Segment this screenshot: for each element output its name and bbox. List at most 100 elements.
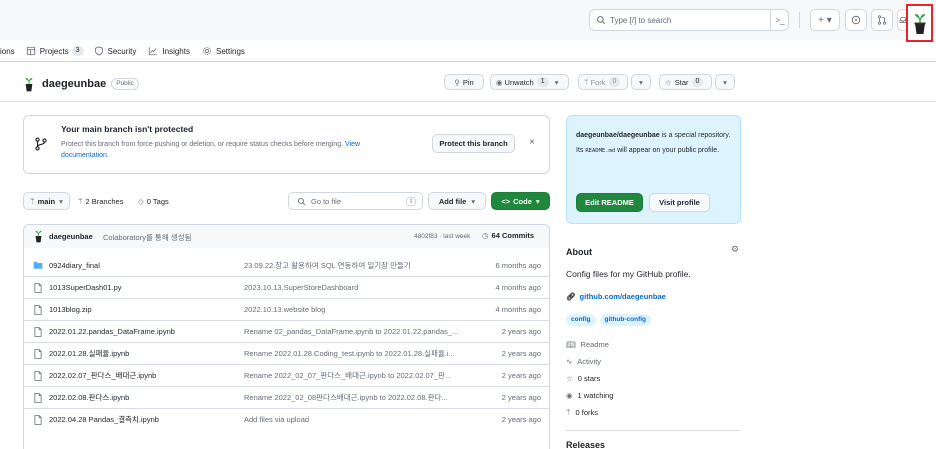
file-name[interactable]: 2022.02.07_판다스_배대근.ipynb xyxy=(49,370,156,381)
command-palette-button[interactable]: >_ xyxy=(770,9,789,31)
documentation-link[interactable]: documentation. xyxy=(61,152,109,159)
star-icon: ☆ xyxy=(665,77,672,87)
repo-name[interactable]: daegeunbae xyxy=(42,78,106,90)
folder-icon xyxy=(33,261,43,269)
file-row[interactable]: 0924diary_final 23.09.22.장고 활용하여 SQL 연동하여… xyxy=(23,254,550,276)
tab-security[interactable]: Security xyxy=(94,46,136,56)
file-commit-message[interactable]: 23.09.22.장고 활용하여 SQL 연동하여 일기장 만들기 xyxy=(244,260,411,271)
topics: config github-config xyxy=(566,314,652,326)
stars-label: 0 stars xyxy=(577,374,601,383)
file-commit-message[interactable]: Rename 2022_02_08판다스배대근.ipynb to 2022.02… xyxy=(244,392,448,403)
fork-dropdown-button[interactable]: ▾ xyxy=(631,74,651,90)
about-stars[interactable]: ☆ 0 stars xyxy=(566,374,600,383)
unwatch-label: Unwatch xyxy=(504,77,534,87)
about-settings-icon[interactable]: ⚙ xyxy=(731,244,739,255)
star-button[interactable]: ☆ Star 0 xyxy=(659,74,712,90)
pull-requests-button[interactable] xyxy=(871,9,893,31)
pin-icon: ⚲ xyxy=(454,77,460,87)
file-row[interactable]: 2022.04.28 Pandas_결측치.ipynb Add files via… xyxy=(23,408,550,430)
commit-author[interactable]: daegeunbae xyxy=(49,232,93,241)
file-name[interactable]: 2022.02.08.판다스.ipynb xyxy=(49,392,129,403)
file-row[interactable]: 2022.02.07_판다스_배대근.ipynb Rename 2022_02_0… xyxy=(23,364,550,386)
tab-projects[interactable]: Projects 3 xyxy=(26,46,84,56)
tab-actions[interactable]: ions xyxy=(0,47,15,56)
watch-count: 1 xyxy=(536,77,549,87)
unwatch-button[interactable]: ◉ Unwatch 1 ▾ xyxy=(490,74,569,90)
protect-branch-button[interactable]: Protect this branch xyxy=(432,134,515,153)
tab-settings[interactable]: Settings xyxy=(202,46,245,56)
chevron-down-icon: ▾ xyxy=(535,196,540,206)
view-link[interactable]: View xyxy=(345,141,360,148)
tags-label: 0 Tags xyxy=(146,197,169,206)
avatar-highlight[interactable] xyxy=(906,4,933,42)
about-title: About xyxy=(566,247,592,257)
protect-branch-notice: Your main branch isn't protected Protect… xyxy=(23,115,550,174)
topic-tag[interactable]: github-config xyxy=(599,314,652,326)
file-commit-message[interactable]: Rename 2022.01.28.Coding_test.ipynb to 2… xyxy=(244,348,455,359)
top-header xyxy=(0,0,936,40)
branch-label: main xyxy=(37,196,56,206)
file-name[interactable]: 1013blog.zip xyxy=(49,305,92,314)
topic-tag[interactable]: config xyxy=(566,314,596,326)
repo-title-row: daegeunbae Public xyxy=(23,76,139,92)
create-new-button[interactable]: + ▾ xyxy=(810,9,840,31)
about-link[interactable]: 🔗︎ github.com/daegeunbae xyxy=(566,292,666,301)
file-commit-message[interactable]: Rename 2022_02_07_판다스_배대근.ipynb to 2022.… xyxy=(244,370,451,381)
file-updated-time: 6 months ago xyxy=(495,260,541,270)
search-input[interactable]: Type [/] to search xyxy=(589,9,789,31)
go-to-file-input[interactable]: Go to file t xyxy=(288,192,423,210)
star-dropdown-button[interactable]: ▾ xyxy=(715,74,735,90)
file-commit-message[interactable]: 2023.10.13.SuperStoreDashboard xyxy=(244,283,358,292)
star-label: Star xyxy=(674,77,689,87)
tags-link[interactable]: ◇ 0 Tags xyxy=(138,197,169,206)
file-name[interactable]: 2022.04.28 Pandas_결측치.ipynb xyxy=(49,414,159,425)
file-updated-time: 2 years ago xyxy=(501,349,541,358)
branches-link[interactable]: ᛘ2 Branches xyxy=(78,197,123,206)
tag-icon: ◇ xyxy=(138,197,144,206)
tab-projects-label: Projects xyxy=(39,46,69,56)
file-name[interactable]: 1013SuperDash01.py xyxy=(49,283,122,292)
issues-button[interactable] xyxy=(845,9,867,31)
tab-insights[interactable]: Insights xyxy=(148,46,190,56)
close-icon[interactable]: × xyxy=(529,137,535,148)
add-file-button[interactable]: Add file ▾ xyxy=(428,192,486,210)
table-icon xyxy=(26,46,35,56)
about-readme[interactable]: 📖︎ Readme xyxy=(566,340,609,349)
star-icon: ☆ xyxy=(566,374,573,383)
about-forks[interactable]: ᛘ 0 forks xyxy=(566,408,598,417)
commit-hash-time[interactable]: 4802f83 · last week xyxy=(414,233,470,240)
about-activity[interactable]: ∿ Activity xyxy=(566,357,601,366)
file-name[interactable]: 0924diary_final xyxy=(49,261,100,270)
file-row[interactable]: 2022.01.22.pandas_DataFrame.ipynb Rename … xyxy=(23,320,550,342)
commit-message[interactable]: Colaboratory를 통해 생성됨 xyxy=(103,232,192,243)
file-commit-message[interactable]: Add files via upload xyxy=(244,415,309,424)
file-icon xyxy=(34,305,42,315)
edit-readme-button[interactable]: Edit README xyxy=(576,193,643,212)
file-row[interactable]: 2022.02.08.판다스.ipynb Rename 2022_02_08판다스… xyxy=(23,386,550,408)
file-name[interactable]: 2022.01.22.pandas_DataFrame.ipynb xyxy=(49,327,175,336)
file-row[interactable]: 1013blog.zip 2022.10.13.website blog 4 mon… xyxy=(23,298,550,320)
forks-label: 0 forks xyxy=(575,408,599,417)
sidebar-divider xyxy=(566,430,741,431)
file-commit-message[interactable]: 2022.10.13.website blog xyxy=(244,305,325,314)
fork-button[interactable]: ᛘ Fork 0 xyxy=(578,74,628,90)
tab-insights-label: Insights xyxy=(162,46,190,56)
file-updated-time: 2 years ago xyxy=(501,415,541,424)
file-row[interactable]: 1013SuperDash01.py 2023.10.13.SuperStoreD… xyxy=(23,276,550,298)
fork-label: Fork xyxy=(590,77,606,87)
file-row[interactable]: 2022.01.28.실패율.ipynb Rename 2022.01.28.Co… xyxy=(23,342,550,364)
about-watching[interactable]: ◉ 1 watching xyxy=(566,391,613,400)
branch-select-button[interactable]: ᛘ main ▾ xyxy=(23,192,70,210)
fork-icon: ᛘ xyxy=(584,77,589,87)
branch-icon xyxy=(35,137,47,151)
about-description: Config files for my GitHub profile. xyxy=(566,269,691,279)
pin-button[interactable]: ⚲ Pin xyxy=(444,74,484,90)
branches-label: 2 Branches xyxy=(85,197,124,206)
file-commit-message[interactable]: Rename 02_pandas_DataFrame.ipynb to 2022… xyxy=(244,327,458,336)
code-button[interactable]: <> Code ▾ xyxy=(491,192,550,210)
file-name[interactable]: 2022.01.28.실패율.ipynb xyxy=(49,348,129,359)
visit-profile-button[interactable]: Visit profile xyxy=(649,193,710,212)
readme-repo-ref: daegeunbae/daegeunbae xyxy=(576,132,660,139)
commits-link[interactable]: ◷ 64 Commits xyxy=(482,231,534,240)
eye-icon: ◉ xyxy=(566,391,573,400)
